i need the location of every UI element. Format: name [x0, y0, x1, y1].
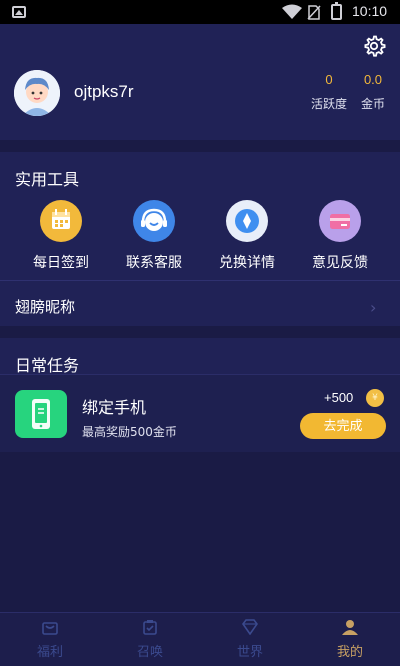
nav-world[interactable]: 世界: [200, 619, 300, 660]
daily-tasks-header: 日常任务: [0, 338, 400, 375]
nav-label: 召唤: [136, 645, 163, 660]
gem-icon: [242, 619, 258, 636]
task-title: 绑定手机: [82, 398, 147, 417]
card-icon: [319, 200, 361, 242]
tool-label: 联系客服: [126, 255, 182, 271]
task-bind-phone: 绑定手机 最高奖励500金币 +500 ¥ 去完成: [0, 374, 400, 452]
status-time: 10:10: [352, 3, 388, 19]
nav-summon[interactable]: 召唤: [100, 619, 200, 660]
no-sim-icon: [307, 5, 321, 20]
settings-gear-icon[interactable]: [362, 34, 386, 58]
gold-label: 金币: [360, 97, 385, 111]
tool-label: 意见反馈: [312, 255, 368, 271]
tool-label: 每日签到: [33, 255, 89, 271]
avatar[interactable]: [14, 70, 60, 116]
bottom-navigation: 福利 召唤 世界 我的: [0, 612, 400, 666]
phone-icon: [15, 390, 67, 438]
wifi-icon: [282, 4, 302, 19]
profile-header: ojtpks7r 0 活跃度 0.0 金币: [0, 24, 400, 140]
user-icon: [342, 620, 358, 635]
tools-section: 实用工具 每日签到 联系客服 兑换详情 意见反馈 翅膀昵称 ›: [0, 152, 400, 326]
nav-welfare[interactable]: 福利: [0, 619, 100, 660]
summon-icon: [143, 620, 157, 635]
activity-value: 0: [325, 72, 333, 87]
activity-label: 活跃度: [310, 97, 347, 111]
tool-label: 兑换详情: [219, 255, 275, 271]
nav-label: 世界: [236, 645, 263, 660]
task-subtitle: 最高奖励500金币: [82, 425, 177, 439]
nav-label: 福利: [36, 645, 63, 660]
diamond-icon: [226, 200, 268, 242]
gold-value: 0.0: [363, 72, 383, 87]
nav-label: 我的: [336, 645, 363, 660]
user-avatar-icon: [14, 70, 60, 116]
headset-icon: [133, 200, 175, 242]
tool-daily-checkin[interactable]: 每日签到: [21, 200, 101, 272]
gift-icon: [42, 622, 58, 635]
tool-feedback[interactable]: 意见反馈: [300, 200, 380, 272]
battery-icon: [331, 2, 342, 20]
daily-tasks-title: 日常任务: [15, 356, 80, 375]
task-reward: +500: [324, 390, 354, 405]
divider: [0, 280, 400, 281]
tool-contact-service[interactable]: 联系客服: [114, 200, 194, 272]
tools-title: 实用工具: [15, 170, 80, 189]
tool-exchange-details[interactable]: 兑换详情: [207, 200, 287, 272]
activity-stat: 0 活跃度: [310, 72, 348, 112]
chevron-right-icon[interactable]: ›: [370, 298, 376, 317]
coin-icon: ¥: [366, 389, 384, 407]
complete-task-button[interactable]: 去完成: [300, 413, 386, 439]
calendar-icon: [40, 200, 82, 242]
nav-mine[interactable]: 我的: [300, 619, 400, 660]
image-notification-icon: [12, 6, 26, 18]
username: ojtpks7r: [74, 82, 134, 101]
nickname-row[interactable]: 翅膀昵称: [15, 296, 75, 317]
status-bar: 10:10: [0, 0, 400, 24]
gold-stat: 0.0 金币: [358, 72, 388, 112]
